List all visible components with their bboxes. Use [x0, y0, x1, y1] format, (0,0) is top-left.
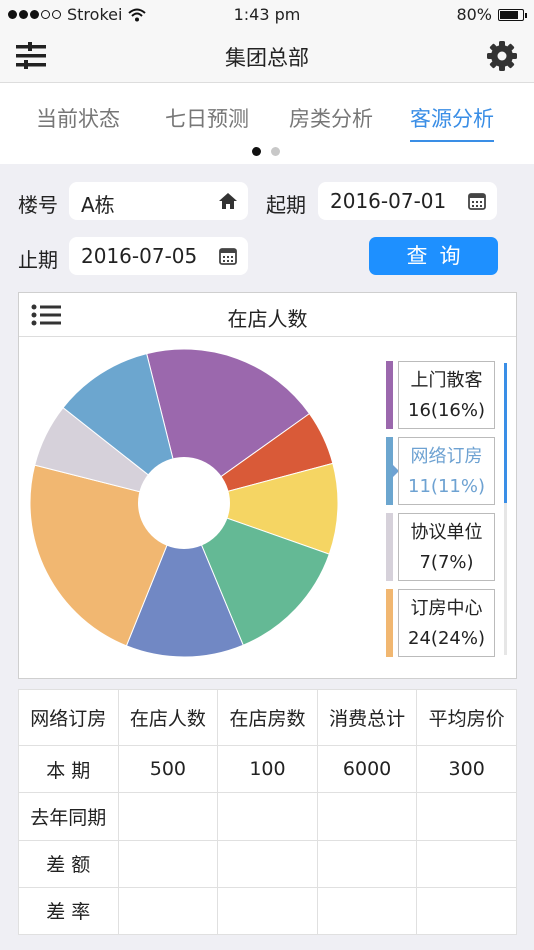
table-header-cell: 在店房数 — [217, 688, 318, 747]
legend-color-bar — [386, 513, 393, 581]
row-label: 去年同期 — [18, 792, 119, 841]
chart-title: 在店人数 — [227, 307, 308, 331]
table-header-cell: 平均房价 — [416, 688, 517, 747]
legend-item[interactable]: 网络订房 11(11%) — [386, 437, 508, 505]
table-row: 去年同期 — [18, 792, 517, 841]
legend-color-bar — [386, 589, 393, 657]
table-cell — [117, 886, 219, 936]
tab-room-type-analysis[interactable]: 房类分析 — [289, 103, 373, 133]
legend-item[interactable]: 订房中心 24(24%) — [386, 589, 508, 657]
table-header-cell: 网络订房 — [18, 688, 119, 747]
building-label: 楼号 — [18, 193, 58, 217]
table-cell: 6000 — [316, 745, 418, 794]
table-cell — [217, 792, 318, 841]
table-header-cell: 消费总计 — [316, 688, 418, 747]
pie-chart — [29, 348, 339, 658]
table-cell — [316, 792, 418, 841]
building-field[interactable]: A栋 — [69, 182, 248, 220]
table-row: 差 率 — [18, 886, 517, 936]
table-header-cell: 在店人数 — [117, 688, 219, 747]
tab-guest-source-analysis[interactable]: 客源分析 — [410, 103, 494, 142]
calendar-icon[interactable] — [218, 246, 238, 266]
building-value: A栋 — [81, 193, 115, 217]
legend-label: 订房中心 — [410, 598, 483, 619]
stats-table: 网络订房 在店人数 在店房数 消费总计 平均房价 本 期 500 100 600… — [18, 688, 517, 936]
gear-icon[interactable] — [486, 40, 518, 72]
start-date-field[interactable]: 2016-07-01 — [318, 182, 497, 220]
page-title: 集团总部 — [225, 46, 309, 70]
legend-color-bar — [386, 361, 393, 429]
row-label: 本 期 — [18, 745, 119, 794]
table-cell — [416, 839, 517, 888]
chart-legend: 上门散客 16(16%) 网络订房 11(11%) 协议单位 7(7%) 订房中… — [386, 361, 508, 665]
legend-label: 网络订房 — [410, 446, 483, 467]
table-header-row: 网络订房 在店人数 在店房数 消费总计 平均房价 — [18, 688, 517, 747]
calendar-icon[interactable] — [467, 191, 487, 211]
status-bar: Strokei 1:43 pm 80% — [0, 0, 534, 30]
table-cell: 300 — [416, 745, 517, 794]
chart-card-header: 在店人数 — [19, 293, 516, 337]
battery-info: 80% — [456, 5, 527, 24]
table-row: 差 额 — [18, 839, 517, 888]
chart-card: 在店人数 上门散客 16(16%) 网络订房 11(11%) 协议单位 7(7%… — [18, 292, 517, 679]
query-button[interactable]: 查询 — [369, 237, 498, 275]
page-dot — [271, 147, 280, 156]
nav-header: 集团总部 — [0, 30, 534, 82]
legend-box: 上门散客 16(16%) — [398, 361, 495, 429]
table-cell — [416, 886, 517, 936]
table-cell — [117, 839, 219, 888]
legend-value: 24(24%) — [408, 628, 485, 649]
legend-label: 上门散客 — [410, 370, 483, 391]
table-cell — [217, 839, 318, 888]
legend-box: 网络订房 11(11%) — [398, 437, 495, 505]
battery-icon — [498, 8, 527, 21]
legend-item[interactable]: 上门散客 16(16%) — [386, 361, 508, 429]
legend-value: 16(16%) — [408, 400, 485, 421]
page-indicator[interactable] — [252, 147, 280, 156]
page-dot — [252, 147, 261, 156]
end-date-label: 止期 — [18, 248, 58, 272]
row-label: 差 率 — [18, 886, 119, 936]
legend-box: 协议单位 7(7%) — [398, 513, 495, 581]
end-date-field[interactable]: 2016-07-05 — [69, 237, 248, 275]
table-cell — [316, 886, 418, 936]
tab-current-status[interactable]: 当前状态 — [36, 103, 120, 133]
table-cell — [316, 839, 418, 888]
legend-label: 协议单位 — [410, 522, 483, 543]
table-cell: 100 — [217, 745, 318, 794]
table-cell — [217, 886, 318, 936]
legend-scroll-thumb[interactable] — [504, 363, 507, 503]
table-cell — [117, 792, 219, 841]
tab-bar: 当前状态 七日预测 房类分析 客源分析 — [0, 82, 534, 164]
start-date-label: 起期 — [266, 193, 306, 217]
end-date-value: 2016-07-05 — [81, 244, 198, 268]
legend-box: 订房中心 24(24%) — [398, 589, 495, 657]
legend-item[interactable]: 协议单位 7(7%) — [386, 513, 508, 581]
start-date-value: 2016-07-01 — [330, 189, 447, 213]
legend-value: 11(11%) — [408, 476, 485, 497]
app-screen: Strokei 1:43 pm 80% 集团总部 当前状态 七日预测 房类分析 … — [0, 0, 534, 950]
battery-percent: 80% — [456, 5, 492, 24]
table-cell — [416, 792, 517, 841]
donut-hole — [138, 457, 230, 549]
clock: 1:43 pm — [233, 5, 301, 24]
table-row: 本 期 500 100 6000 300 — [18, 745, 517, 794]
tab-seven-day-forecast[interactable]: 七日预测 — [165, 103, 249, 133]
table-cell: 500 — [117, 745, 219, 794]
row-label: 差 额 — [18, 839, 119, 888]
home-icon[interactable] — [218, 191, 238, 211]
legend-value: 7(7%) — [419, 552, 474, 573]
